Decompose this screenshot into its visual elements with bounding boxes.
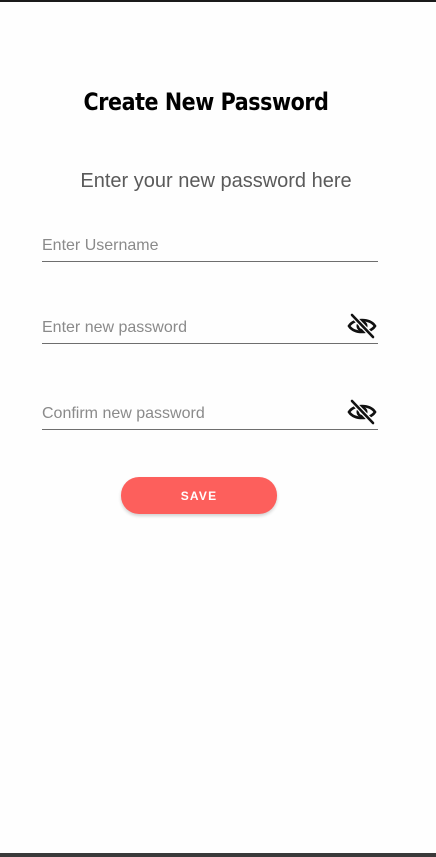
page-subtitle: Enter your new password here [80,170,352,192]
confirm-password-input[interactable] [42,400,332,428]
new-password-field-container [42,312,378,344]
username-input[interactable] [42,232,332,260]
page-title: Create New Password [83,88,329,116]
status-bar-edge [0,0,436,2]
navigation-bar-edge [0,853,436,857]
eye-off-icon[interactable] [346,312,378,340]
confirm-password-field-container [42,398,378,430]
create-password-screen: Create New Password Enter your new passw… [0,0,436,857]
username-field-container [42,232,378,262]
eye-off-icon[interactable] [346,398,378,426]
new-password-input[interactable] [42,314,332,342]
save-button[interactable]: SAVE [121,477,277,514]
